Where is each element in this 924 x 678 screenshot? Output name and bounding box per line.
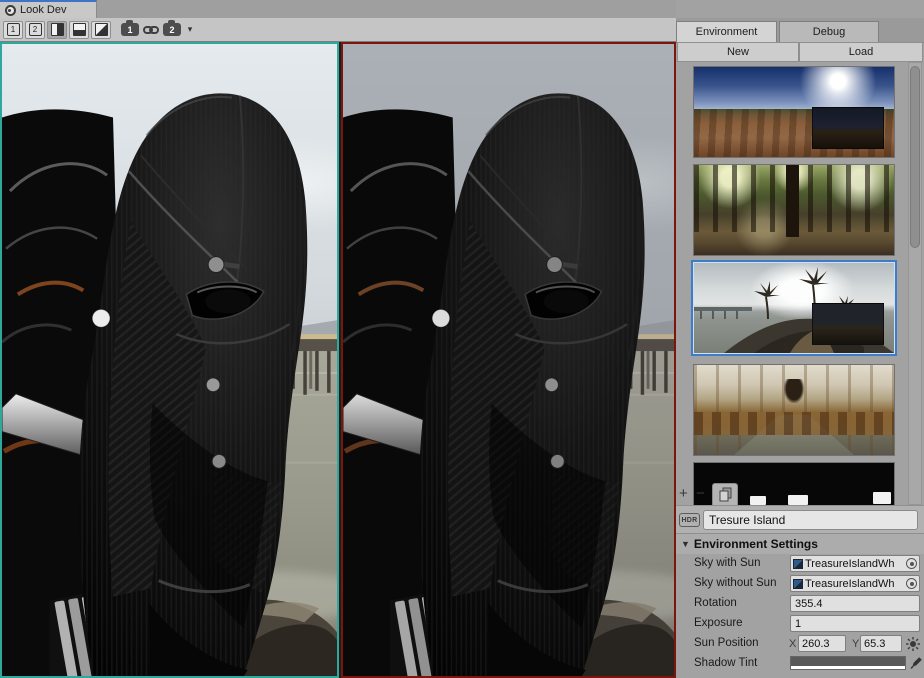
camera-2-button[interactable]: 2 <box>163 23 181 36</box>
savanna-nosun-inset <box>812 107 884 149</box>
environment-settings-header[interactable]: ▼ Environment Settings <box>676 533 924 554</box>
split-diagonal-icon <box>95 23 108 36</box>
single-view-2-button[interactable]: 2 <box>25 21 45 39</box>
split-horizontal-button[interactable] <box>69 21 89 39</box>
rotation-label: Rotation <box>694 597 737 609</box>
hdr-name-row: HDR <box>676 505 924 534</box>
foldout-triangle-icon: ▼ <box>681 539 690 549</box>
rotation-row: Rotation <box>676 594 924 614</box>
night-light <box>750 496 766 505</box>
eyedropper-icon[interactable] <box>909 656 923 670</box>
sun-x-input[interactable] <box>798 635 846 652</box>
hdri-thumbnail-church[interactable] <box>694 365 894 455</box>
forest-big-trunk <box>786 165 799 237</box>
tab-debug-label: Debug <box>813 26 845 38</box>
new-button[interactable]: New <box>677 42 799 62</box>
tab-environment-label: Environment <box>696 26 758 38</box>
link-icon <box>143 24 159 36</box>
sun-position-row: Sun Position X Y <box>676 634 924 654</box>
sun-y-input[interactable] <box>860 635 902 652</box>
environment-name-input[interactable] <box>703 510 918 530</box>
load-button[interactable]: Load <box>799 42 923 62</box>
exposure-row: Exposure <box>676 614 924 634</box>
link-cameras-button[interactable] <box>141 21 161 39</box>
panel-tab-bar: Environment Debug <box>676 18 924 43</box>
camera-1-icon: 1 <box>127 25 132 35</box>
cubemap-texture-icon <box>793 579 803 589</box>
new-button-label: New <box>727 46 749 58</box>
scrollbar-thumb[interactable] <box>910 66 920 248</box>
view-2-render <box>343 44 674 676</box>
split-diagonal-button[interactable] <box>91 21 111 39</box>
church-chandelier <box>784 379 804 403</box>
camera-1-button[interactable]: 1 <box>121 23 139 36</box>
sky-with-sun-row: Sky with Sun TreasureIslandWh <box>676 554 924 574</box>
sky-without-sun-label: Sky without Sun <box>694 577 776 589</box>
chevron-down-icon: ▾ <box>188 24 193 35</box>
sky-without-sun-row: Sky without Sun TreasureIslandWh <box>676 574 924 594</box>
duplicate-icon <box>718 487 733 503</box>
lookdev-window-tab[interactable]: Look Dev <box>0 0 97 18</box>
sky-without-sun-object-field[interactable]: TreasureIslandWh <box>790 575 920 592</box>
sky-with-sun-object-field[interactable]: TreasureIslandWh <box>790 555 920 572</box>
sun-position-label: Sun Position <box>694 637 759 649</box>
load-button-label: Load <box>849 46 873 58</box>
lookdev-eye-icon <box>5 5 16 16</box>
environment-settings-title: Environment Settings <box>694 537 818 551</box>
sun-x-label: X <box>789 638 796 650</box>
thumbnail-scrollbar[interactable] <box>908 62 922 505</box>
lookdev-view-1[interactable] <box>0 42 339 678</box>
sky-with-sun-label: Sky with Sun <box>694 557 760 569</box>
lookdev-window: Look Dev ⋮ ✕ 1 2 1 <box>0 0 924 678</box>
sun-y-label: Y <box>852 638 859 650</box>
lookdev-view-2[interactable] <box>341 42 676 678</box>
tab-environment[interactable]: Environment <box>676 21 777 42</box>
sun-icon[interactable] <box>905 636 921 652</box>
shadow-tint-swatch[interactable] <box>790 656 906 670</box>
single-view-2-icon: 2 <box>29 23 42 36</box>
hdri-thumbnail-forest[interactable] <box>694 165 894 255</box>
tab-debug[interactable]: Debug <box>779 21 879 42</box>
rotation-input[interactable] <box>790 595 920 612</box>
lookdev-viewport <box>0 42 676 678</box>
toolbar-separator <box>113 29 119 30</box>
shadow-tint-row: Shadow Tint <box>676 654 924 674</box>
cubemap-texture-icon <box>793 559 803 569</box>
treasure-island-nosun-inset <box>812 303 884 345</box>
camera-2-icon: 2 <box>169 25 174 35</box>
environment-panel: Environment Debug New Load <box>676 0 924 678</box>
shadow-tint-label: Shadow Tint <box>694 657 757 669</box>
split-horizontal-icon <box>73 23 86 36</box>
night-light <box>873 492 891 504</box>
remove-environment-button[interactable]: − <box>696 486 705 502</box>
single-view-1-icon: 1 <box>7 23 20 36</box>
lookdev-toolbar: 1 2 1 2 ▾ <box>0 18 676 42</box>
add-environment-button[interactable]: + <box>679 486 688 502</box>
hdri-thumbnail-treasure-island[interactable] <box>694 263 894 353</box>
object-picker-icon[interactable] <box>906 558 917 569</box>
hdri-thumbnail-savanna[interactable] <box>694 67 894 157</box>
view-1-render <box>2 44 337 676</box>
duplicate-environment-button[interactable] <box>712 483 738 506</box>
split-vertical-button[interactable] <box>47 21 67 39</box>
savanna-sky <box>694 67 894 109</box>
object-picker-icon[interactable] <box>906 578 917 589</box>
exposure-label: Exposure <box>694 617 743 629</box>
camera-menu-dropdown[interactable]: ▾ <box>183 21 197 39</box>
lookdev-tab-label: Look Dev <box>20 4 66 16</box>
exposure-input[interactable] <box>790 615 920 632</box>
sky-with-sun-value: TreasureIslandWh <box>805 558 904 570</box>
sky-without-sun-value: TreasureIslandWh <box>805 578 904 590</box>
shadow-tint-alpha-bar <box>791 666 905 669</box>
hdr-badge-icon: HDR <box>679 513 700 527</box>
split-vertical-icon <box>51 23 64 36</box>
hdri-thumbnail-list <box>676 62 924 505</box>
church-pews <box>694 412 894 435</box>
single-view-1-button[interactable]: 1 <box>3 21 23 39</box>
night-light <box>788 495 808 505</box>
